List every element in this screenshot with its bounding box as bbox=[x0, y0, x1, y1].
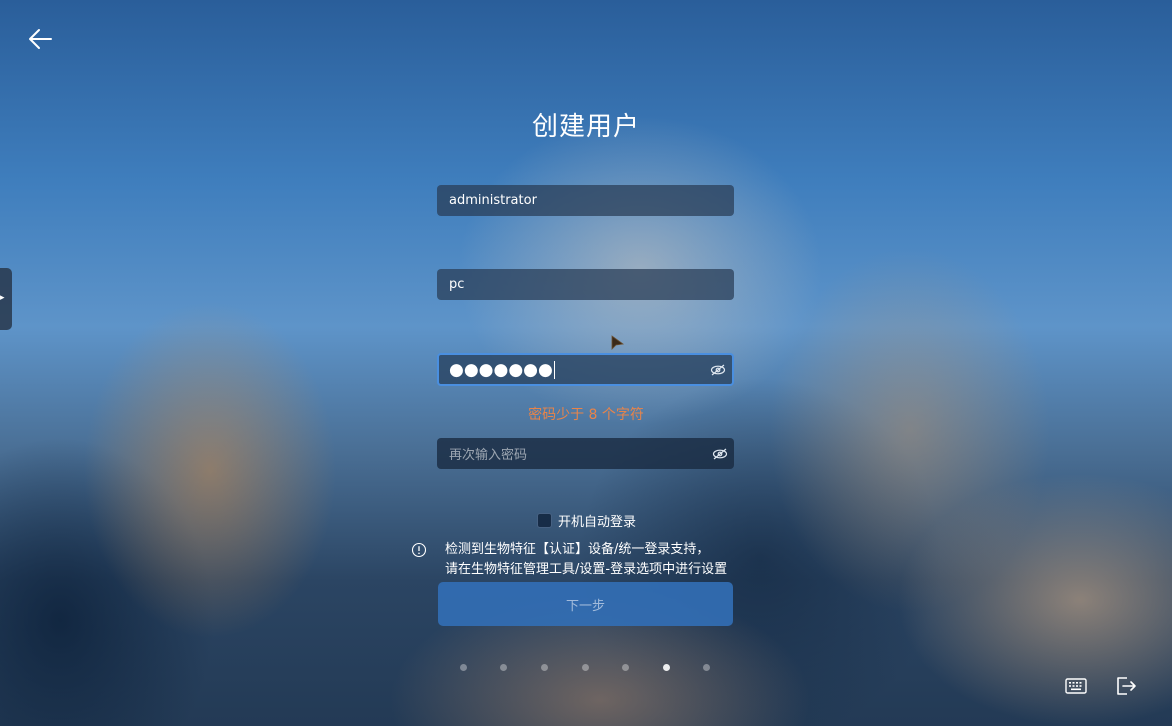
step-dot bbox=[460, 664, 467, 671]
mouse-cursor-icon bbox=[611, 335, 625, 350]
password-warning: 密码少于 8 个字符 bbox=[528, 407, 644, 423]
info-icon bbox=[411, 542, 427, 558]
step-dot bbox=[500, 664, 507, 671]
side-panel-handle[interactable]: ▸ bbox=[0, 268, 12, 330]
step-indicator bbox=[460, 664, 720, 672]
next-button[interactable]: 下一步 bbox=[438, 582, 733, 626]
biometric-info-line-1: 检测到生物特征【认证】设备/统一登录支持， bbox=[445, 542, 710, 557]
step-dot bbox=[582, 664, 589, 671]
page-title: 创建用户 bbox=[531, 112, 640, 142]
text-caret bbox=[553, 360, 555, 379]
username-field[interactable]: administrator bbox=[437, 185, 734, 216]
eye-hidden-icon[interactable] bbox=[712, 446, 728, 462]
back-arrow-icon bbox=[29, 29, 52, 49]
exit-button[interactable] bbox=[1115, 676, 1137, 696]
auto-login-label: 开机自动登录 bbox=[558, 515, 637, 530]
eye-hidden-icon[interactable] bbox=[710, 362, 726, 378]
create-user-screen: ▸ 创建用户 administrator pc ●●●●●●● 密码少于 8 个… bbox=[0, 0, 1172, 726]
chevron-right-icon: ▸ bbox=[0, 293, 5, 303]
biometric-info-line-2: 请在生物特征管理工具/设置-登录选项中进行设置 bbox=[445, 562, 728, 577]
confirm-password-placeholder: 再次输入密码 bbox=[449, 448, 528, 463]
step-dot bbox=[703, 664, 710, 671]
step-dot bbox=[622, 664, 629, 671]
auto-login-option[interactable]: 开机自动登录 bbox=[537, 511, 636, 530]
exit-icon bbox=[1117, 677, 1136, 695]
biometric-info-text: 检测到生物特征【认证】设备/统一登录支持， 请在生物特征管理工具/设置-登录选项… bbox=[445, 540, 727, 580]
hostname-field[interactable]: pc bbox=[437, 269, 734, 300]
back-button[interactable] bbox=[26, 26, 56, 52]
keyboard-icon bbox=[1065, 678, 1087, 694]
hostname-value: pc bbox=[449, 277, 465, 292]
password-field[interactable]: ●●●●●●● bbox=[437, 353, 734, 386]
confirm-password-field[interactable]: 再次输入密码 bbox=[437, 438, 734, 469]
step-dot-active bbox=[663, 664, 670, 671]
step-dot bbox=[541, 664, 548, 671]
auto-login-checkbox[interactable] bbox=[537, 513, 552, 528]
password-masked-value: ●●●●●●● bbox=[449, 359, 553, 380]
username-value: administrator bbox=[449, 193, 537, 208]
keyboard-button[interactable] bbox=[1065, 677, 1087, 695]
